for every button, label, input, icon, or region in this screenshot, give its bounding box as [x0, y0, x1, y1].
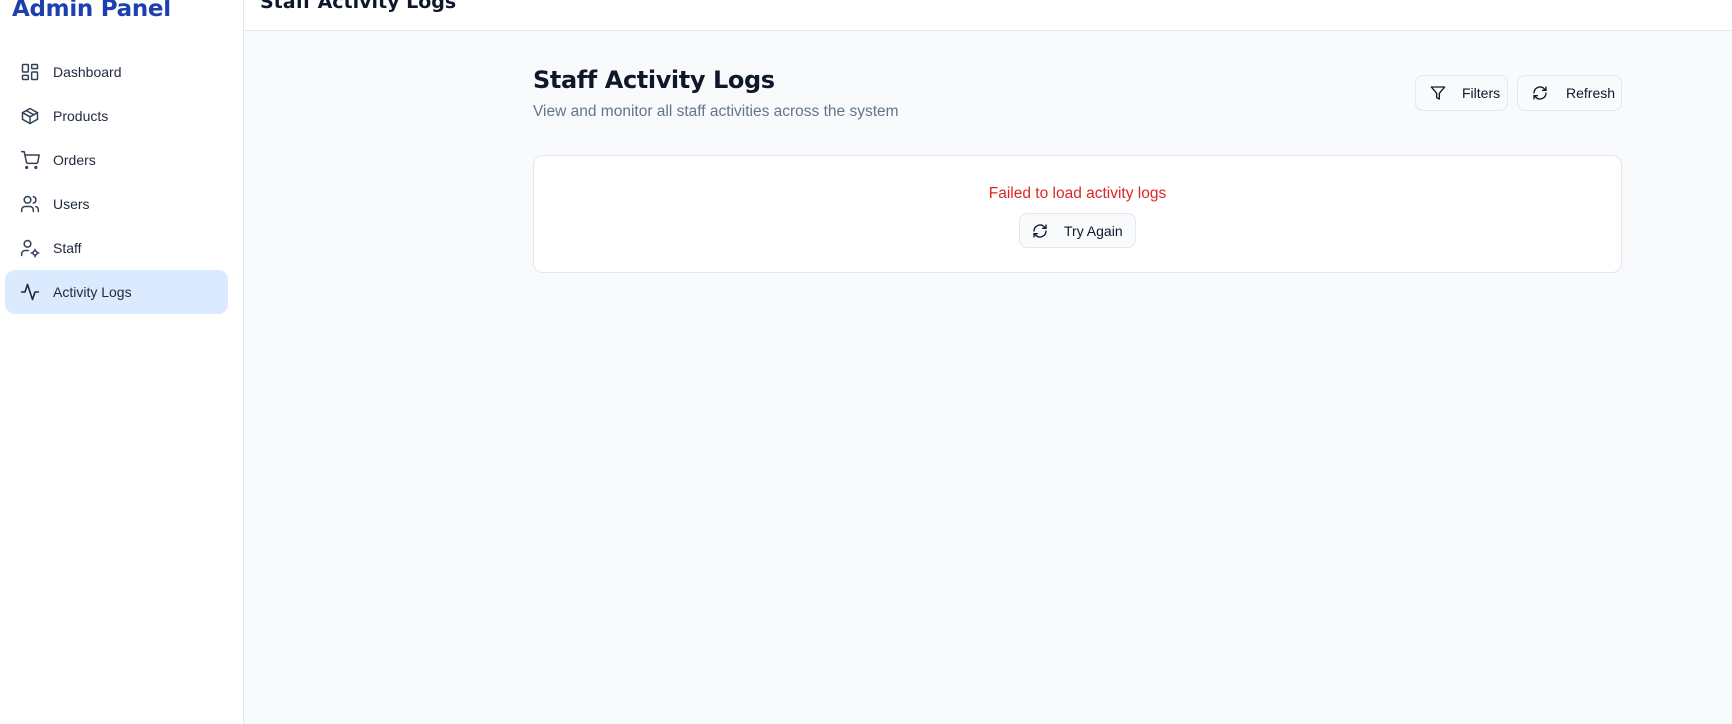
- app-root: Admin Panel Dashboard Products Orders Us…: [0, 0, 1732, 724]
- user-cog-icon: [20, 238, 40, 258]
- page-title: Staff Activity Logs: [533, 66, 775, 94]
- refresh-icon: [1032, 223, 1048, 239]
- try-again-label: Try Again: [1064, 222, 1123, 239]
- filters-button-label: Filters: [1462, 85, 1501, 101]
- try-again-button[interactable]: Try Again: [1019, 213, 1136, 248]
- activity-icon: [20, 282, 40, 302]
- package-icon: [20, 106, 40, 126]
- sidebar-item-products[interactable]: Products: [5, 94, 228, 138]
- sidebar-item-label: Staff: [53, 240, 82, 256]
- filters-button[interactable]: Filters: [1415, 75, 1508, 111]
- sidebar-item-users[interactable]: Users: [5, 182, 228, 226]
- top-header: Staff Activity Logs: [244, 0, 1732, 31]
- error-card: Failed to load activity logs Try Again: [533, 155, 1622, 273]
- page-subtitle: View and monitor all staff activities ac…: [533, 103, 899, 120]
- brand-title: Admin Panel: [12, 0, 171, 22]
- header-title: Staff Activity Logs: [260, 0, 457, 13]
- refresh-button[interactable]: Refresh: [1517, 75, 1622, 111]
- sidebar: Admin Panel Dashboard Products Orders Us…: [0, 0, 244, 724]
- refresh-button-label: Refresh: [1566, 85, 1616, 101]
- sidebar-item-orders[interactable]: Orders: [5, 138, 228, 182]
- sidebar-item-staff[interactable]: Staff: [5, 226, 228, 270]
- refresh-icon: [1532, 85, 1548, 101]
- sidebar-item-label: Users: [53, 196, 90, 212]
- sidebar-item-activity-logs[interactable]: Activity Logs: [5, 270, 228, 314]
- error-message: Failed to load activity logs: [988, 185, 1167, 202]
- filter-icon: [1430, 85, 1446, 101]
- sidebar-item-label: Orders: [53, 152, 96, 168]
- sidebar-item-label: Products: [53, 108, 109, 124]
- sidebar-item-label: Activity Logs: [53, 284, 132, 300]
- sidebar-item-dashboard[interactable]: Dashboard: [5, 50, 228, 94]
- sidebar-item-label: Dashboard: [53, 64, 122, 80]
- users-icon: [20, 194, 40, 214]
- shopping-cart-icon: [20, 150, 40, 170]
- layout-dashboard-icon: [20, 62, 40, 82]
